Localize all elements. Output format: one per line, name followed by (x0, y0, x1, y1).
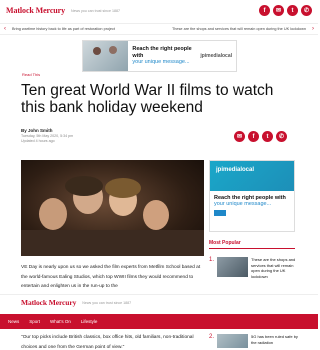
site-tagline: News you can trust since 1887 (71, 8, 120, 13)
article-headline: Ten great World War II films to watch th… (21, 82, 274, 116)
sticky-header: Matlock Mercury News you can trust since… (0, 294, 318, 310)
most-popular-item[interactable]: 2. 5G has been ruled safe by the radiati… (209, 334, 299, 348)
chevron-right-icon[interactable]: › (308, 26, 318, 32)
top-bar: Matlock Mercury News you can trust since… (0, 0, 318, 21)
email-icon[interactable]: ✉ (234, 131, 245, 142)
share-icons: ✉ f t ✆ (234, 131, 287, 142)
most-popular-title: Most Popular (209, 240, 241, 246)
ad-logo: jpimedialocal (210, 161, 294, 191)
author-byline[interactable]: By John Smith (21, 128, 53, 133)
ticker-item[interactable]: Bring wartime history back to life as pa… (12, 27, 115, 31)
banner-ad[interactable]: Reach the right people with your unique … (82, 40, 237, 72)
section-label[interactable]: Read This (22, 72, 40, 77)
divider (209, 248, 295, 249)
whatsapp-icon[interactable]: ✆ (301, 5, 312, 16)
ad-photo (83, 41, 129, 71)
item-number: 1. (209, 257, 215, 263)
item-title[interactable]: These are the shops and services that wi… (251, 257, 299, 279)
ad-subtitle: your unique message... (132, 59, 190, 66)
main-nav: News Sport What's On Lifestyle (0, 314, 318, 329)
email-icon[interactable]: ✉ (273, 5, 284, 16)
news-ticker: ‹ Bring wartime history back to life as … (0, 23, 318, 35)
sidebar-ad[interactable]: jpimedialocal Reach the right people wit… (209, 160, 295, 232)
ticker-item[interactable]: These are the shops and services that wi… (172, 27, 306, 31)
twitter-icon[interactable]: t (287, 5, 298, 16)
site-tagline: News you can trust since 1887 (82, 300, 132, 305)
item-title[interactable]: 5G has been ruled safe by the radiation (251, 334, 299, 348)
most-popular-item[interactable]: 1. These are the shops and services that… (209, 257, 301, 279)
whatsapp-icon[interactable]: ✆ (276, 131, 287, 142)
site-logo[interactable]: Matlock Mercury (21, 298, 76, 307)
nav-item-sport[interactable]: Sport (29, 319, 40, 324)
twitter-icon[interactable]: t (262, 131, 273, 142)
ad-logo: jpimedialocal (200, 53, 232, 59)
ad-headline: Reach the right people with (214, 195, 286, 201)
article-paragraph: VE Day is nearly upon us so we asked the… (21, 265, 201, 289)
ad-button[interactable] (214, 210, 226, 216)
item-number: 2. (209, 334, 215, 340)
social-icons: f ✉ t ✆ (259, 5, 312, 16)
nav-item-whats-on[interactable]: What's On (50, 319, 71, 324)
ad-subtitle: your unique message... (214, 201, 272, 207)
chevron-left-icon[interactable]: ‹ (0, 26, 10, 32)
site-logo[interactable]: Matlock Mercury (6, 6, 65, 15)
updated-date: Updated 4 hours ago (21, 139, 55, 143)
nav-item-lifestyle[interactable]: Lifestyle (81, 319, 98, 324)
nav-item-news[interactable]: News (8, 319, 19, 324)
ad-headline: Reach the right people with (132, 46, 192, 59)
facebook-icon[interactable]: f (248, 131, 259, 142)
article-hero-image (21, 160, 204, 256)
article-quote: "Our top picks include British classics,… (21, 335, 194, 350)
item-thumbnail (217, 257, 248, 277)
facebook-icon[interactable]: f (259, 5, 270, 16)
article-meta: Tuesday, 5th May 2020, 5:34 pm Updated 4… (21, 134, 73, 144)
item-thumbnail (217, 334, 248, 348)
